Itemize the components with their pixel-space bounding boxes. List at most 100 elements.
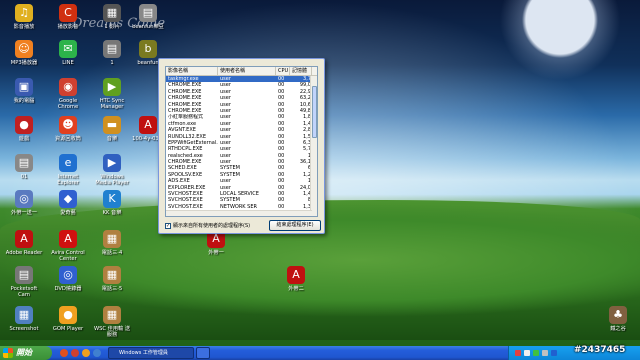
taskbar-window-button[interactable] <box>196 347 210 359</box>
desktop-icon[interactable]: ▤ beanfun樂豆 <box>128 4 168 30</box>
desktop-icon-label: 資源回收筒 <box>55 136 81 142</box>
desktop-icon-label: 01 <box>20 174 28 180</box>
taskbar-task-manager-button[interactable]: Windows 工作管理員 <box>108 347 194 359</box>
desktop-icon-label: 播放影音 <box>57 24 79 30</box>
tray-network-icon[interactable] <box>524 350 530 356</box>
desktop-icon-label: 鐵之谷 <box>610 326 626 332</box>
desktop-icon[interactable]: ● 遊戲 <box>4 116 44 142</box>
desktop-icon-label: Avira Control Center <box>51 250 85 262</box>
desktop-icon[interactable]: ▦ 1 影片 <box>92 4 132 30</box>
desktop-icon[interactable]: ▣ 我的電腦 <box>4 78 44 104</box>
start-button[interactable]: 開始 <box>0 346 52 360</box>
desktop-icon-image: ▶ <box>103 154 121 172</box>
desktop-icon[interactable]: ▬ 音樂 <box>92 116 132 142</box>
desktop-icon-label: Windows Media Player <box>95 174 129 186</box>
process-rows: taskmgr.exe user 00 3,7 CHROME.EXE user 00 99,0… <box>166 76 317 210</box>
process-list[interactable]: 影像名稱 使用者名稱 CPU 記憶體 taskmgr.exe user 00 3,7 C… <box>165 66 318 217</box>
desktop-icon-label: 影音播放 <box>13 24 35 30</box>
desktop-icon[interactable]: ♣ 鐵之谷 <box>598 306 638 332</box>
desktop-icon[interactable]: ◆ 愛奇藝 <box>48 190 88 216</box>
desktop-icon-label: 電話三·4 <box>101 250 123 256</box>
desktop-icon-image: ▦ <box>103 266 121 284</box>
desktop-icon[interactable]: ▤ 01 <box>4 154 44 180</box>
image-id-stamp: #2437465 <box>574 345 626 355</box>
show-all-users-label: 顯示來自所有使用者的處理程序(S) <box>173 223 251 229</box>
desktop-icon-image: ◉ <box>59 78 77 96</box>
desktop-icon[interactable]: ✉ LINE <box>48 40 88 66</box>
desktop-icon[interactable]: ◉ Google Chrome <box>48 78 88 110</box>
column-user-name[interactable]: 使用者名稱 <box>218 67 276 75</box>
desktop-icon[interactable]: ▦ Screenshot <box>4 306 44 332</box>
desktop-icon-label: 外帶一 <box>208 250 224 256</box>
desktop-icon-image: ◎ <box>59 266 77 284</box>
desktop-icon[interactable]: ▤ 1 <box>92 40 132 66</box>
desktop-icon-image: ▶ <box>103 78 121 96</box>
desktop-icon-image: C <box>59 4 77 22</box>
desktop-icon[interactable]: ▶ Windows Media Player <box>92 154 132 186</box>
desktop-icon-label: 1 <box>110 60 114 66</box>
desktop-icon-image: ▣ <box>15 78 33 96</box>
desktop-icon[interactable]: ◎ DVD燒錄器 <box>48 266 88 292</box>
desktop-icon[interactable]: A Avira Control Center <box>48 230 88 262</box>
desktop-icon-label: 外帶一送一 <box>11 210 37 216</box>
tray-volume-icon[interactable] <box>542 350 548 356</box>
vertical-scrollbar[interactable] <box>310 76 317 216</box>
quick-launch-desktop-icon[interactable] <box>93 349 101 357</box>
quick-launch-player-icon[interactable] <box>82 349 90 357</box>
desktop-icon[interactable]: ● GOM Player <box>48 306 88 332</box>
desktop-icon[interactable]: ▦ WSC 佳用輸 送服務 <box>92 306 132 338</box>
desktop-icon[interactable]: C 播放影音 <box>48 4 88 30</box>
end-process-button[interactable]: 結束處理程序(E) <box>269 220 321 231</box>
desktop-icon-image: ▦ <box>103 4 121 22</box>
desktop-icon-image: ▦ <box>103 230 121 248</box>
desktop-icon-label: 1 影片 <box>104 24 120 30</box>
quick-launch-media-icon[interactable] <box>60 349 68 357</box>
desktop-icon-label: 電話三·5 <box>101 286 123 292</box>
desktop-icon-label: MP3播放器 <box>10 60 38 66</box>
desktop-icon-image: A <box>287 266 305 284</box>
desktop-icon[interactable]: ☺ MP3播放器 <box>4 40 44 66</box>
column-image-name[interactable]: 影像名稱 <box>166 67 218 75</box>
desktop-icon-image: A <box>15 230 33 248</box>
desktop-icon-label: 外帶二 <box>288 286 304 292</box>
desktop-icon[interactable]: ▶ HTC Sync Manager <box>92 78 132 110</box>
taskbar: 開始 Windows 工作管理員 <box>0 346 640 360</box>
desktop-icon[interactable]: ▦ 電話三·5 <box>92 266 132 292</box>
scrollbar-thumb[interactable] <box>312 86 317 138</box>
desktop-icon-label: Google Chrome <box>57 98 79 110</box>
tray-antivirus-icon[interactable] <box>515 350 521 356</box>
desktop-icon[interactable]: ▦ 電話三·4 <box>92 230 132 256</box>
desktop-icon[interactable]: ☻ 資源回收筒 <box>48 116 88 142</box>
desktop-icon[interactable]: e Internet Explorer <box>48 154 88 186</box>
desktop-icon-image: ▤ <box>103 40 121 58</box>
desktop-icon-image: ▤ <box>15 266 33 284</box>
desktop-icon-image: e <box>59 154 77 172</box>
show-all-users-checkbox[interactable]: ✓ <box>165 222 171 229</box>
show-all-users-option[interactable]: ✓ 顯示來自所有使用者的處理程序(S) <box>165 222 250 229</box>
desktop-icon-image: ♣ <box>609 306 627 324</box>
desktop-icon-label: Adobe Reader <box>5 250 43 256</box>
quick-launch-chrome-icon[interactable] <box>71 349 79 357</box>
column-cpu[interactable]: CPU <box>276 67 290 75</box>
desktop-icon[interactable]: ◎ 外帶一送一 <box>4 190 44 216</box>
desktop-icon-image: ▦ <box>103 306 121 324</box>
column-memory[interactable]: 記憶體 <box>290 67 312 75</box>
process-list-header: 影像名稱 使用者名稱 CPU 記憶體 <box>166 67 317 76</box>
desktop-icon[interactable]: ▤ Pocketsoft Cam <box>4 266 44 298</box>
desktop-icon-image: ◆ <box>59 190 77 208</box>
horizontal-scrollbar[interactable] <box>166 210 312 216</box>
tray-sync-icon[interactable] <box>533 350 539 356</box>
desktop-icon[interactable]: A 外帶二 <box>276 266 316 292</box>
desktop-icon-label: HTC Sync Manager <box>99 98 125 110</box>
desktop-icon-label: 遊戲 <box>18 136 30 142</box>
desktop-icon-label: beanfun <box>137 60 159 66</box>
desktop-icon-label: WSC 佳用輸 送服務 <box>93 326 131 338</box>
tray-app-icon[interactable] <box>551 350 557 356</box>
desktop-icon-label: Internet Explorer <box>57 174 79 186</box>
desktop-icon[interactable]: A Adobe Reader <box>4 230 44 256</box>
desktop-icon-image: ☻ <box>59 116 77 134</box>
desktop-icon[interactable]: K KK 音樂 <box>92 190 132 216</box>
desktop-icon-label: KK 音樂 <box>102 210 122 216</box>
desktop-icon[interactable]: ♫ 影音播放 <box>4 4 44 30</box>
desktop-icon-image: A <box>59 230 77 248</box>
